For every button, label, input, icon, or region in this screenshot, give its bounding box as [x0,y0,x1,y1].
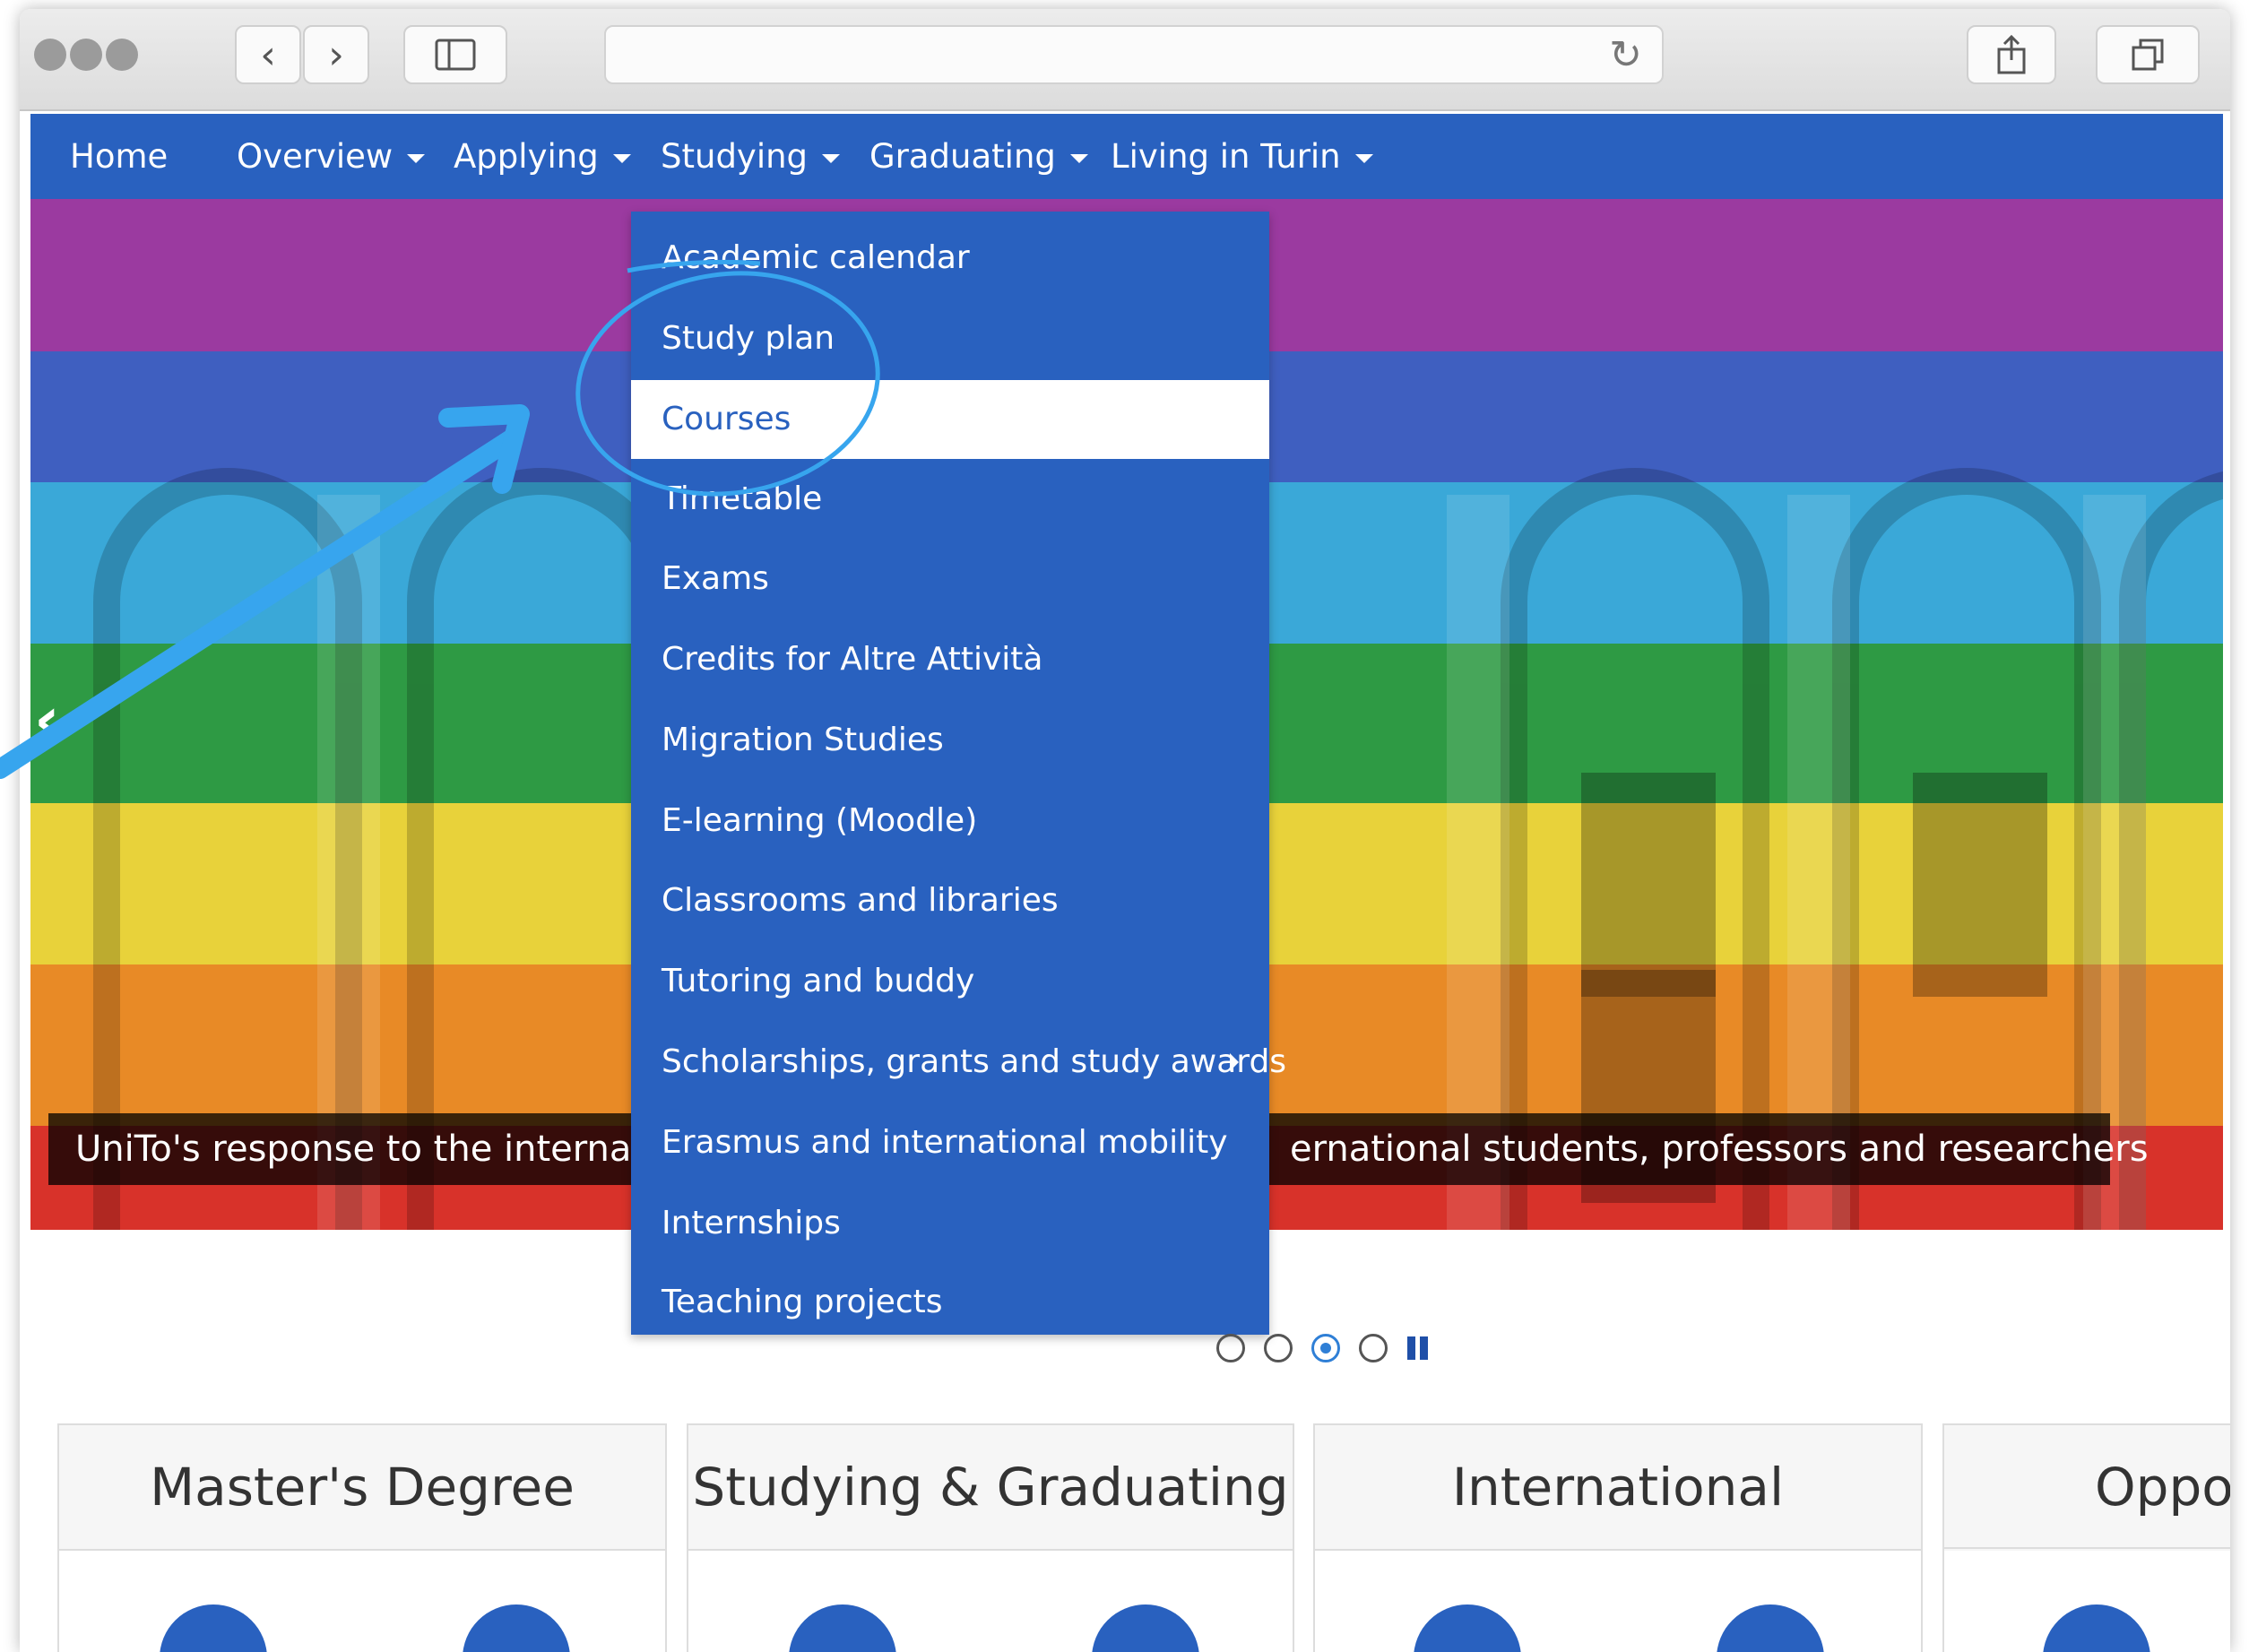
menu-item-timetable[interactable]: Timetable [631,460,1269,539]
menu-item-credits[interactable]: Credits for Altre Attività [631,620,1269,699]
nav-item-label: Living in Turin [1111,137,1341,176]
nav-item-applying[interactable]: Applying [454,114,631,199]
main-nav: Home Overview Applying Studying Graduati… [30,114,2223,199]
slide-dot-3[interactable] [1311,1334,1340,1362]
share-button[interactable] [1967,25,2056,84]
menu-item-label: Courses [662,401,791,437]
nav-item-label: Graduating [869,137,1056,176]
card-body [59,1551,665,1652]
nav-item-label: Overview [237,137,394,176]
sidebar-icon [435,39,476,71]
caret-down-icon [1354,153,1373,163]
caret-down-icon [1069,153,1088,163]
menu-item-migration-studies[interactable]: Migration Studies [631,701,1269,780]
menu-item-label: Scholarships, grants and study awards [662,1043,1287,1080]
menu-item-teaching-projects[interactable]: Teaching projects [631,1263,1269,1342]
menu-item-academic-calendar[interactable]: Academic calendar [631,219,1269,298]
menu-item-label: Tutoring and buddy [662,963,975,999]
minimize-window-button[interactable] [70,39,102,71]
menu-item-label: Internships [662,1205,841,1241]
graduation-cap-icon[interactable] [463,1604,570,1652]
nav-item-living-in-turin[interactable]: Living in Turin [1111,114,1373,199]
pause-icon[interactable] [1407,1336,1431,1360]
browser-window: ‹ › ↻ ‹ UniTo's response to the internat… [20,9,2230,1652]
caret-down-icon [407,153,426,163]
menu-item-courses[interactable]: Courses [631,380,1269,459]
tabs-button[interactable] [2096,25,2200,84]
nav-item-home[interactable]: Home [70,114,168,199]
menu-item-label: Exams [662,560,769,597]
menu-item-classrooms-libraries[interactable]: Classrooms and libraries [631,861,1269,940]
menu-item-label: Academic calendar [662,239,970,276]
hero-prev-arrow[interactable]: ‹ [34,683,60,757]
sidebar-button[interactable] [403,25,507,84]
studying-dropdown-menu: Academic calendar Study plan Courses Tim… [631,212,1286,1335]
card-title: Studying & Graduating [688,1425,1293,1551]
address-bar[interactable]: ↻ [604,25,1664,84]
tabs-icon [2132,39,2164,71]
card-title: Master's Degree [59,1425,665,1551]
nav-item-studying[interactable]: Studying [661,114,841,199]
nav-item-label: Applying [454,137,599,176]
menu-item-label: Migration Studies [662,722,944,758]
slide-dot-2[interactable] [1264,1334,1293,1362]
slide-dot-4[interactable] [1359,1334,1388,1362]
facade-window-2 [1913,773,2047,997]
menu-item-label: Classrooms and libraries [662,882,1059,919]
back-button[interactable]: ‹ [235,25,301,84]
menu-item-label: Credits for Altre Attività [662,641,1043,678]
caret-right-icon [1230,1053,1239,1071]
zoom-window-button[interactable] [106,39,138,71]
nav-item-label: Studying [661,137,809,176]
menu-item-label: Teaching projects [662,1284,943,1320]
menu-item-study-plan[interactable]: Study plan [631,299,1269,378]
menu-item-tutoring-buddy[interactable]: Tutoring and buddy [631,942,1269,1021]
share-icon [1997,35,2026,74]
card-opportunities[interactable]: Oppor [1942,1423,2230,1652]
menu-item-label: Study plan [662,320,835,357]
caption-text-left: UniTo's response to the internation [75,1129,701,1170]
menu-item-internships[interactable]: Internships [631,1184,1269,1263]
menu-item-erasmus[interactable]: Erasmus and international mobility [631,1103,1269,1182]
caret-down-icon [822,153,841,163]
forward-icon: › [328,31,344,78]
book-icon[interactable] [789,1604,896,1652]
card-international[interactable]: International [1313,1423,1923,1652]
menu-item-label: Erasmus and international mobility [662,1124,1228,1161]
pencil-icon[interactable] [2043,1604,2150,1652]
card-body [1315,1551,1921,1652]
card-title: International [1315,1425,1921,1551]
reload-icon[interactable]: ↻ [1609,32,1642,78]
forward-button[interactable]: › [303,25,369,84]
lightbulb-icon[interactable] [160,1604,267,1652]
menu-item-label: E-learning (Moodle) [662,802,978,839]
caption-text-right: ernational students, professors and rese… [1290,1129,2149,1170]
close-window-button[interactable] [34,39,66,71]
caret-down-icon [612,153,631,163]
menu-item-exams[interactable]: Exams [631,540,1269,618]
card-studying-graduating[interactable]: Studying & Graduating [687,1423,1294,1652]
nav-item-label: Home [70,137,169,176]
card-masters-degree[interactable]: Master's Degree [57,1423,667,1652]
nav-item-overview[interactable]: Overview [237,114,426,199]
nav-item-graduating[interactable]: Graduating [869,114,1088,199]
menu-item-e-learning[interactable]: E-learning (Moodle) [631,782,1269,861]
card-title: Oppor [1944,1425,2230,1549]
back-icon: ‹ [260,31,276,78]
facade-window-1 [1581,773,1716,997]
slide-dot-1[interactable] [1216,1334,1245,1362]
globe-icon[interactable] [1414,1604,1521,1652]
card-body [688,1551,1293,1652]
menu-item-label: Timetable [662,480,823,517]
clock-icon[interactable] [1092,1604,1199,1652]
menu-item-scholarships[interactable]: Scholarships, grants and study awards [631,1023,1286,1102]
card-body [1944,1551,2230,1652]
globe-icon[interactable] [1717,1604,1824,1652]
browser-toolbar: ‹ › ↻ [20,9,2230,111]
